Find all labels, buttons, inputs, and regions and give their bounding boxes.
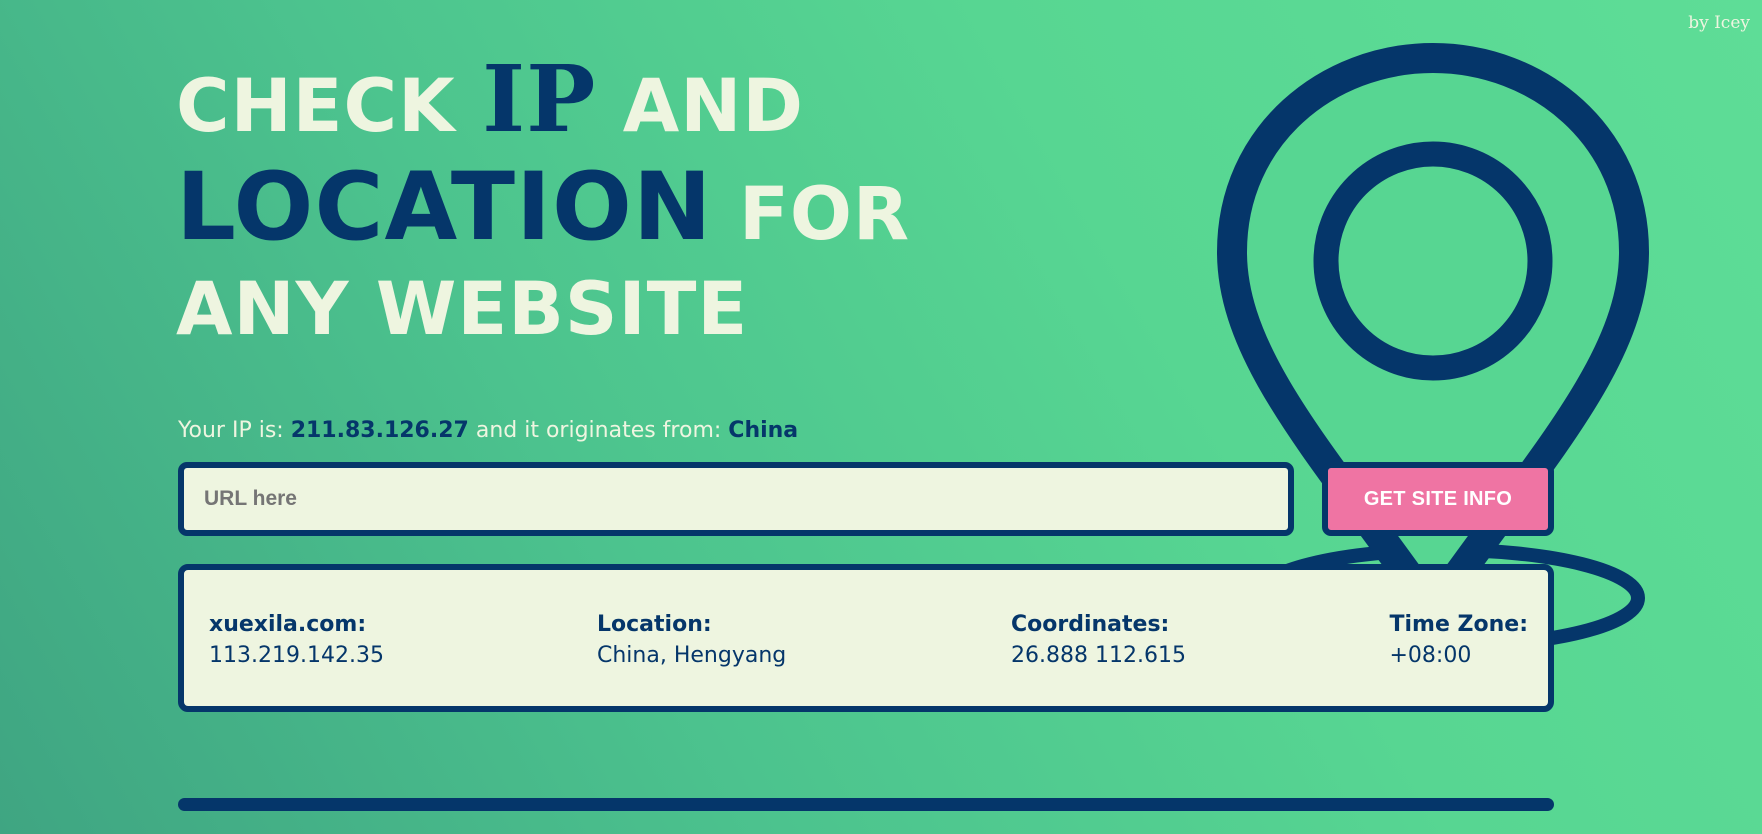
timezone-column: Time Zone: +08:00: [1390, 610, 1529, 672]
headline-line-3: ANY WEBSITE: [176, 267, 749, 352]
headline-and: AND: [596, 64, 804, 149]
location-column: Location: China, Hengyang: [597, 610, 786, 672]
domain-column: xuexila.com: 113.219.142.35: [209, 610, 384, 672]
site-info-card: xuexila.com: 113.219.142.35 Location: Ch…: [178, 564, 1554, 712]
visitor-ip-value: 211.83.126.27: [290, 418, 469, 443]
visitor-country-value: China: [728, 418, 799, 443]
headline-line-1: CHECK IP AND: [176, 52, 910, 154]
author-credit: by Icey: [1688, 13, 1750, 33]
headline-ip: IP: [482, 45, 597, 153]
domain-ip-value: 113.219.142.35: [209, 643, 384, 668]
location-value: China, Hengyang: [597, 643, 787, 668]
timezone-value: +08:00: [1389, 643, 1472, 668]
coordinates-column: Coordinates: 26.888 112.615: [1011, 610, 1186, 672]
headline-line-2: LOCATION FOR: [176, 152, 910, 271]
visitor-origin-prefix: and it originates from:: [468, 418, 729, 443]
bottom-divider: [178, 798, 1554, 811]
coordinates-label: Coordinates:: [1011, 612, 1170, 637]
coordinates-value: 26.888 112.615: [1011, 643, 1186, 668]
headline-check: CHECK: [176, 64, 483, 149]
visitor-ip-info: Your IP is: 211.83.126.27 and it origina…: [178, 418, 798, 443]
visitor-ip-prefix: Your IP is:: [178, 418, 291, 443]
url-input[interactable]: [178, 462, 1294, 536]
headline-location: LOCATION: [176, 153, 713, 262]
domain-label: xuexila.com:: [209, 612, 367, 637]
page-headline: CHECK IP AND LOCATION FOR ANY WEBSITE: [176, 52, 910, 355]
timezone-label: Time Zone:: [1389, 612, 1529, 637]
headline-for: FOR: [712, 172, 911, 257]
location-label: Location:: [597, 612, 712, 637]
get-site-info-button[interactable]: GET SITE INFO: [1322, 462, 1554, 536]
